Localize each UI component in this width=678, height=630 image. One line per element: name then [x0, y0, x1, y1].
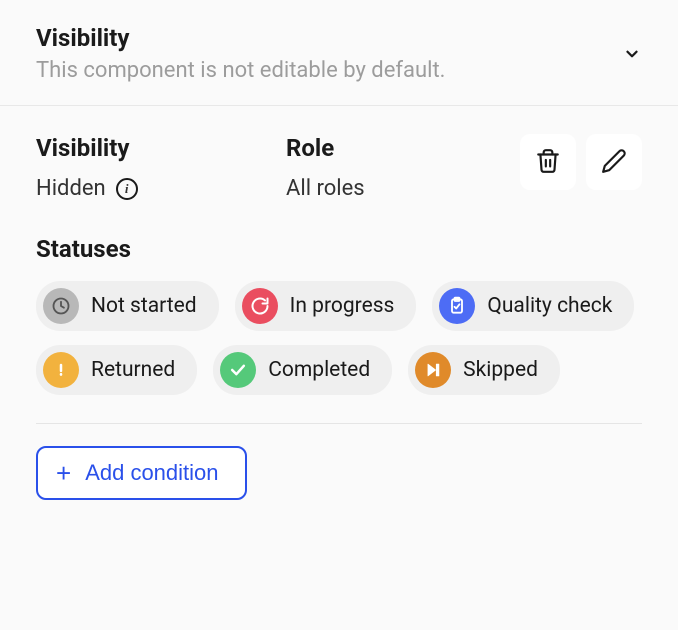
- status-label: Returned: [91, 358, 175, 382]
- panel-actions: [520, 134, 642, 190]
- clipboard-icon: [439, 288, 475, 324]
- status-returned[interactable]: Returned: [36, 345, 197, 395]
- add-condition-button[interactable]: + Add condition: [36, 446, 247, 500]
- visibility-panel: Visibility Hidden i Role All roles Statu…: [0, 106, 678, 524]
- status-skipped[interactable]: Skipped: [408, 345, 560, 395]
- status-not-started[interactable]: Not started: [36, 281, 219, 331]
- status-label: Quality check: [487, 294, 612, 318]
- status-list: Not started In progress Quality check Re…: [36, 281, 642, 424]
- clock-icon: [43, 288, 79, 324]
- plus-icon: +: [56, 460, 71, 486]
- check-icon: [220, 352, 256, 388]
- status-label: Completed: [268, 358, 370, 382]
- status-label: In progress: [290, 294, 395, 318]
- trash-icon: [535, 148, 561, 177]
- statuses-label: Statuses: [36, 235, 642, 263]
- delete-button[interactable]: [520, 134, 576, 190]
- visibility-value-row: Hidden i: [36, 176, 286, 201]
- header-text: Visibility This component is not editabl…: [36, 24, 445, 83]
- visibility-column: Visibility Hidden i: [36, 134, 286, 201]
- refresh-icon: [242, 288, 278, 324]
- status-label: Not started: [91, 294, 197, 318]
- info-icon[interactable]: i: [116, 178, 138, 200]
- pencil-icon: [601, 148, 627, 177]
- skip-icon: [415, 352, 451, 388]
- status-quality-check[interactable]: Quality check: [432, 281, 634, 331]
- edit-button[interactable]: [586, 134, 642, 190]
- role-label: Role: [286, 134, 520, 162]
- status-completed[interactable]: Completed: [213, 345, 392, 395]
- header-subtitle: This component is not editable by defaul…: [36, 58, 445, 83]
- role-value: All roles: [286, 176, 520, 201]
- add-condition-label: Add condition: [85, 460, 218, 486]
- settings-row: Visibility Hidden i Role All roles: [36, 134, 642, 201]
- visibility-label: Visibility: [36, 134, 286, 162]
- alert-icon: [43, 352, 79, 388]
- role-column: Role All roles: [286, 134, 520, 201]
- visibility-value: Hidden: [36, 176, 106, 201]
- visibility-header: Visibility This component is not editabl…: [0, 0, 678, 106]
- status-in-progress[interactable]: In progress: [235, 281, 417, 331]
- status-label: Skipped: [463, 358, 538, 382]
- chevron-down-icon[interactable]: [622, 44, 642, 64]
- header-title: Visibility: [36, 24, 445, 52]
